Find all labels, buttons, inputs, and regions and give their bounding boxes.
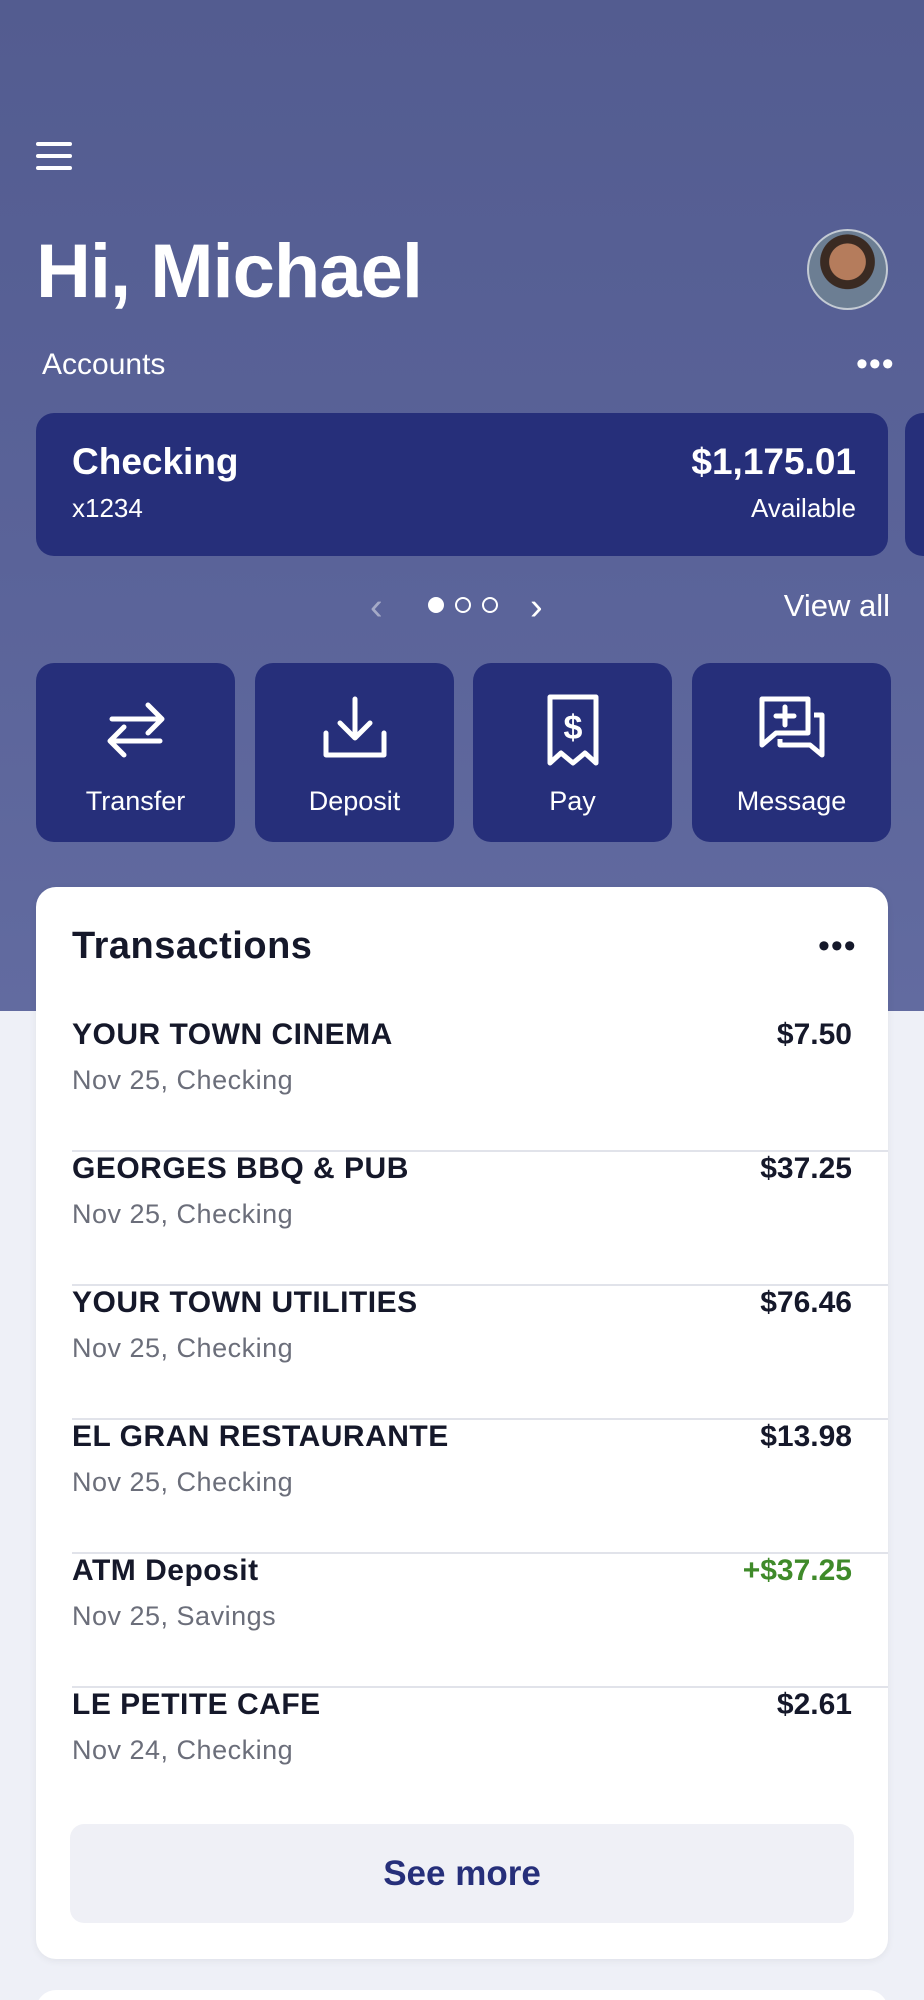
transaction-merchant: YOUR TOWN CINEMA [72,1018,393,1051]
next-account-card-peek[interactable] [905,413,924,556]
app-screen: Hi, Michael Accounts ••• Checking x1234 … [0,0,924,2000]
pay-button[interactable]: $ Pay [473,663,672,842]
transaction-amount: $37.25 [760,1152,852,1185]
account-card-checking[interactable]: Checking x1234 $1,175.01 Available [36,413,888,556]
transaction-meta: Nov 24, Checking [72,1735,294,1765]
svg-text:$: $ [563,709,582,747]
next-section-card [36,1990,888,2000]
menu-icon[interactable] [36,142,88,182]
transaction-row[interactable]: EL GRAN RESTAURANTE Nov 25, Checking $13.9… [72,1420,888,1554]
transfer-label: Transfer [85,786,186,816]
transaction-merchant: ATM Deposit [72,1554,259,1587]
transaction-amount: $76.46 [760,1286,852,1319]
message-label: Message [736,786,847,816]
transaction-merchant: EL GRAN RESTAURANTE [72,1420,449,1453]
transactions-list: YOUR TOWN CINEMA Nov 25, Checking $7.50 GEO… [72,1018,888,1822]
transfer-button[interactable]: Transfer [36,663,235,842]
transaction-amount: $13.98 [760,1420,852,1453]
accounts-heading: Accounts [42,348,166,381]
message-icon [759,696,824,758]
transaction-meta: Nov 25, Checking [72,1065,294,1095]
see-more-button[interactable]: See more [70,1824,854,1923]
pay-bill-icon: $ [547,694,598,766]
greeting-title: Hi, Michael [36,229,423,314]
pager-dot[interactable] [455,597,471,613]
transaction-row[interactable]: YOUR TOWN UTILITIES Nov 25, Checking $76.4… [72,1286,888,1420]
balance-label: Available [750,493,856,523]
transaction-meta: Nov 25, Savings [72,1601,277,1631]
deposit-label: Deposit [308,786,401,816]
transaction-row[interactable]: ATM Deposit Nov 25, Savings +$37.25 [72,1554,888,1688]
transaction-merchant: GEORGES BBQ & PUB [72,1152,409,1185]
transaction-amount: $2.61 [776,1688,852,1721]
transaction-meta: Nov 25, Checking [72,1333,294,1363]
deposit-button[interactable]: Deposit [255,663,454,842]
profile-avatar[interactable] [807,229,888,310]
transaction-merchant: LE PETITE CAFE [72,1688,321,1721]
account-name: Checking [72,441,239,482]
transaction-meta: Nov 25, Checking [72,1467,294,1497]
transaction-amount: +$37.25 [742,1554,852,1587]
chevron-right-icon[interactable]: › [530,586,543,629]
transaction-row[interactable]: LE PETITE CAFE Nov 24, Checking $2.61 [72,1688,888,1822]
transaction-row[interactable]: GEORGES BBQ & PUB Nov 25, Checking $37.25 [72,1152,888,1286]
transactions-more-icon[interactable]: ••• [818,929,857,963]
account-balance: $1,175.01 [691,441,856,482]
pager-dot[interactable] [428,597,444,613]
pager-dot[interactable] [482,597,498,613]
accounts-more-icon[interactable]: ••• [856,347,895,381]
deposit-icon [323,696,386,758]
account-number: x1234 [72,493,143,523]
message-button[interactable]: Message [692,663,891,842]
transaction-merchant: YOUR TOWN UTILITIES [72,1286,418,1319]
pay-label: Pay [549,786,596,816]
transactions-title: Transactions [72,925,313,967]
transactions-card: Transactions ••• YOUR TOWN CINEMA Nov 25,… [36,887,888,1959]
transaction-row[interactable]: YOUR TOWN CINEMA Nov 25, Checking $7.50 [72,1018,888,1152]
transfer-icon [107,702,164,758]
view-all-link[interactable]: View all [784,588,890,624]
transaction-meta: Nov 25, Checking [72,1199,294,1229]
transaction-amount: $7.50 [776,1018,852,1051]
chevron-left-icon[interactable]: ‹ [370,586,383,629]
